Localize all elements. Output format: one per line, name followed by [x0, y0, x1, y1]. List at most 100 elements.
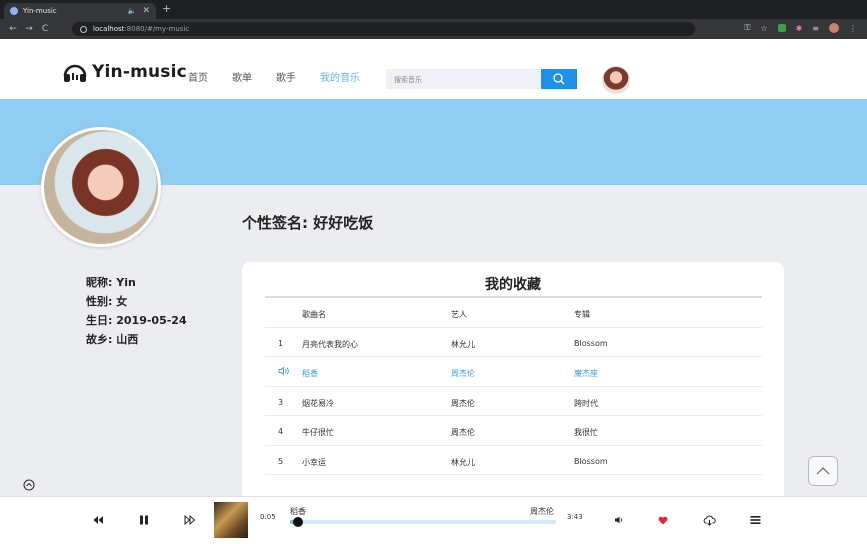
info-label: 生日:	[86, 314, 113, 327]
column-header-name: 歌曲名	[302, 310, 326, 319]
extension-green-icon[interactable]	[777, 24, 786, 32]
info-row-birthday: 生日: 2019-05-24	[86, 311, 187, 330]
column-header-artist: 艺人	[451, 310, 467, 319]
volume-icon	[615, 516, 622, 524]
row-artist[interactable]: 周杰伦	[451, 368, 475, 379]
nav-my-music[interactable]: 我的音乐	[320, 69, 360, 84]
nav-singers[interactable]: 歌手	[276, 69, 296, 84]
playlist-menu-button[interactable]	[748, 513, 762, 527]
row-song-name[interactable]: 月亮代表我的心	[302, 339, 358, 350]
key-icon[interactable]: ⚿	[744, 23, 750, 33]
player-bar: 0:05 稻香 周杰伦 3:43	[0, 496, 867, 544]
browser-tab[interactable]: Yin-music 🔈 ✕	[4, 3, 156, 19]
url-host: localhost	[93, 25, 125, 33]
profile-avatar	[41, 127, 161, 247]
back-to-top-button[interactable]	[808, 456, 838, 486]
row-artist[interactable]: 林允儿	[451, 339, 475, 350]
row-album[interactable]: 魔杰座	[574, 368, 598, 379]
menu-kebab-icon[interactable]: ⋮	[849, 24, 857, 33]
info-row-nickname: 昵称: Yin	[86, 273, 187, 292]
star-icon[interactable]: ☆	[760, 24, 767, 33]
row-artist[interactable]: 周杰伦	[451, 398, 475, 409]
table-row[interactable]: 4 牛仔很忙 周杰伦 我很忙	[265, 416, 762, 446]
info-value: Yin	[116, 276, 136, 289]
row-album[interactable]: 跨时代	[574, 398, 598, 409]
main-nav: 首页 歌单 歌手 我的音乐	[188, 69, 384, 84]
logo[interactable]: Yin-music	[62, 61, 187, 83]
row-artist[interactable]: 周杰伦	[451, 427, 475, 438]
table-row[interactable]: 3 烟花易冷 周杰伦 跨时代	[265, 387, 762, 416]
info-label: 性别:	[86, 295, 113, 308]
info-row-gender: 性别: 女	[86, 292, 187, 311]
table-header-row: 歌曲名 艺人 专辑	[265, 298, 762, 328]
info-label: 昵称:	[86, 276, 113, 289]
total-time: 3:43	[567, 513, 583, 521]
info-row-hometown: 故乡: 山西	[86, 330, 187, 349]
now-playing-song: 稻香	[290, 507, 306, 516]
search-input[interactable]: 搜索音乐	[386, 69, 541, 89]
reload-icon[interactable]: C	[38, 24, 52, 34]
row-index: 1	[278, 338, 284, 348]
table-row[interactable]: 1 月亮代表我的心 林允儿 Blossom	[265, 328, 762, 357]
search-icon	[553, 73, 565, 85]
logo-text: Yin-music	[92, 62, 187, 82]
previous-track-button[interactable]	[91, 513, 105, 527]
browser-tab-bar: Yin-music 🔈 ✕ +	[0, 0, 867, 19]
site-favicon-icon	[10, 7, 18, 15]
extension-asterisk-icon[interactable]: ✱	[796, 24, 803, 33]
table-row-playing[interactable]: 稻香 周杰伦 魔杰座	[265, 357, 762, 387]
row-song-name[interactable]: 小幸运	[302, 457, 326, 468]
back-arrow-icon[interactable]: ←	[6, 24, 20, 34]
row-album[interactable]: 我很忙	[574, 427, 598, 438]
new-tab-icon[interactable]: +	[162, 2, 171, 15]
site-header: Yin-music 首页 歌单 歌手 我的音乐 搜索音乐	[0, 39, 867, 99]
heart-icon	[658, 516, 668, 524]
browser-toolbar: ← → C localhost:8080/#/my-music ⚿ ☆ ✱ ≡ …	[0, 19, 867, 39]
favorite-button[interactable]	[656, 513, 670, 527]
collection-card: 我的收藏 歌曲名 艺人 专辑 1 月亮代表我的心 林允儿 Blossom 稻香 …	[242, 262, 784, 500]
tab-close-icon[interactable]: ✕	[142, 6, 150, 16]
collection-title: 我的收藏	[485, 277, 541, 293]
menu-icon	[750, 516, 760, 524]
column-header-album: 专辑	[574, 310, 590, 319]
row-song-name[interactable]: 牛仔很忙	[302, 427, 334, 438]
row-album[interactable]: Blossom	[574, 339, 608, 348]
row-song-name[interactable]: 烟花易冷	[302, 398, 334, 409]
cloud-download-icon	[703, 515, 716, 526]
info-value: 2019-05-24	[116, 314, 187, 327]
song-table: 歌曲名 艺人 专辑 1 月亮代表我的心 林允儿 Blossom 稻香 周杰伦 魔…	[265, 298, 762, 475]
previous-icon	[93, 516, 103, 524]
info-label: 故乡:	[86, 333, 113, 346]
tab-title: Yin-music	[23, 7, 57, 15]
nav-home[interactable]: 首页	[188, 69, 208, 84]
row-song-name[interactable]: 稻香	[302, 368, 318, 379]
album-cover[interactable]	[214, 502, 248, 538]
info-value: 女	[116, 295, 128, 308]
download-button[interactable]	[702, 513, 716, 527]
table-row[interactable]: 5 小幸运 林允儿 Blossom	[265, 446, 762, 475]
forward-arrow-icon[interactable]: →	[22, 24, 36, 34]
row-artist[interactable]: 林允儿	[451, 457, 475, 468]
tab-audio-icon[interactable]: 🔈	[128, 7, 137, 15]
media-controls-icon[interactable]: ≡	[812, 24, 819, 33]
user-avatar[interactable]	[602, 66, 630, 94]
progress-slider[interactable]	[290, 517, 556, 527]
row-album[interactable]: Blossom	[574, 457, 608, 466]
next-icon	[184, 515, 196, 525]
address-bar[interactable]: localhost:8080/#/my-music	[72, 22, 695, 36]
current-time: 0:05	[260, 513, 276, 521]
search-button[interactable]	[541, 69, 577, 89]
profile-avatar-icon[interactable]	[829, 23, 839, 33]
chevron-up-icon	[816, 467, 830, 475]
site-info-icon[interactable]	[80, 25, 87, 33]
volume-button[interactable]	[612, 513, 626, 527]
collapse-player-icon[interactable]	[23, 479, 35, 491]
now-playing-speaker-icon	[278, 366, 290, 378]
pause-button[interactable]	[137, 513, 151, 527]
next-track-button[interactable]	[183, 513, 197, 527]
progress-handle[interactable]	[293, 517, 304, 527]
row-index: 5	[278, 456, 284, 466]
now-playing-artist: 周杰伦	[530, 507, 554, 516]
profile-signature: 个性签名: 好好吃饭	[242, 214, 374, 232]
nav-playlists[interactable]: 歌单	[232, 69, 252, 84]
